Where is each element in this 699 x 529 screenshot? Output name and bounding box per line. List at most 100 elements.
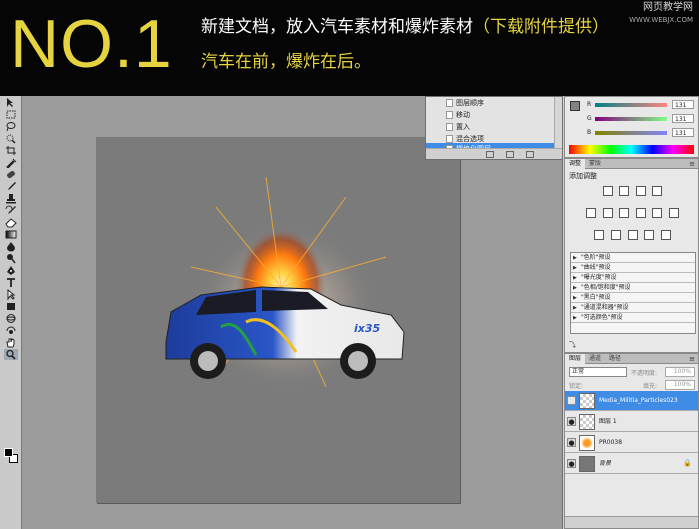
channel-value-input[interactable]: 131: [672, 100, 694, 109]
channel-value-input[interactable]: 131: [672, 128, 694, 137]
history-row-checkbox[interactable]: [446, 111, 453, 119]
invert-icon[interactable]: [594, 230, 605, 240]
channel-value-input[interactable]: 131: [672, 114, 694, 123]
dodge-tool-icon[interactable]: [4, 253, 18, 264]
history-row-label: 图层顺序: [456, 99, 484, 107]
watermark-title: 网页教学网: [643, 2, 693, 13]
layer-row[interactable]: ● PR0038: [565, 433, 698, 453]
layer-name[interactable]: 图层 1: [599, 417, 617, 427]
lasso-tool-icon[interactable]: [4, 121, 18, 132]
eyedropper-tool-icon[interactable]: [4, 157, 18, 169]
foreground-color-swatch[interactable]: [4, 448, 13, 457]
fill-input[interactable]: 100%: [665, 380, 695, 390]
panel-menu-icon[interactable]: ≡: [689, 354, 695, 364]
layer-name[interactable]: 背景: [599, 459, 611, 469]
hand-tool-icon[interactable]: [4, 337, 18, 348]
brightness-contrast-icon[interactable]: [602, 186, 613, 196]
path-selection-tool-icon[interactable]: [4, 288, 18, 301]
preset-item[interactable]: "曝光度"预设: [571, 273, 695, 283]
type-tool-icon[interactable]: [4, 277, 18, 288]
eye-icon[interactable]: ●: [567, 459, 576, 468]
eye-icon[interactable]: ●: [567, 417, 576, 426]
blur-tool-icon[interactable]: [4, 241, 18, 252]
color-spectrum-bar[interactable]: [569, 145, 694, 154]
blend-mode-select[interactable]: 正常: [569, 367, 627, 377]
floating-history-panel: 图层顺序 移动 置入 混合选项 栅格化图层: [425, 96, 565, 160]
exposure-icon[interactable]: [652, 186, 663, 196]
preset-item[interactable]: "色相/饱和度"预设: [571, 283, 695, 293]
red-channel-slider[interactable]: R 131: [587, 100, 695, 110]
color-foreground-swatch[interactable]: [570, 101, 580, 111]
opacity-input[interactable]: 100%: [665, 367, 695, 377]
preset-item[interactable]: "通道混和器"预设: [571, 303, 695, 313]
marquee-tool-icon[interactable]: [4, 109, 18, 120]
preset-item[interactable]: "可选颜色"预设: [571, 313, 695, 323]
levels-icon[interactable]: [619, 186, 630, 196]
new-document-icon[interactable]: [506, 151, 514, 158]
history-row[interactable]: 移动: [426, 109, 554, 121]
channel-ramp[interactable]: [595, 117, 667, 121]
posterize-icon[interactable]: [610, 230, 621, 240]
eye-icon[interactable]: ●: [567, 438, 576, 447]
color-swatches[interactable]: [4, 448, 18, 464]
quick-select-tool-icon[interactable]: [4, 133, 18, 144]
preset-item[interactable]: "曲线"预设: [571, 263, 695, 273]
layer-thumbnail: [579, 456, 595, 472]
curves-icon[interactable]: [635, 186, 646, 196]
layer-name[interactable]: Media_Militia_Particles023: [599, 396, 678, 406]
3d-rotate-tool-icon[interactable]: [4, 313, 18, 324]
history-row[interactable]: 图层顺序: [426, 97, 554, 109]
hue-saturation-icon[interactable]: [602, 208, 613, 218]
channel-ramp[interactable]: [595, 103, 667, 107]
visibility-toggle[interactable]: [567, 396, 576, 405]
history-row-checkbox[interactable]: [446, 99, 453, 107]
channel-ramp[interactable]: [595, 131, 667, 135]
black-white-icon[interactable]: [635, 208, 646, 218]
healing-brush-tool-icon[interactable]: [4, 169, 18, 180]
adjustment-icons-row-1: [565, 186, 699, 198]
3d-orbit-tool-icon[interactable]: [4, 325, 18, 336]
layer-row[interactable]: ● 背景 🔒: [565, 454, 698, 474]
layer-row[interactable]: ● 图层 1: [565, 412, 698, 432]
panel-menu-icon[interactable]: ≡: [689, 159, 695, 169]
tab-paths[interactable]: 路径: [605, 354, 625, 364]
clip-to-layer-icon[interactable]: ⤵: [569, 341, 576, 349]
document-canvas[interactable]: ix35: [96, 137, 460, 503]
history-row-checkbox[interactable]: [446, 135, 453, 143]
layer-name[interactable]: PR0038: [599, 438, 622, 448]
gradient-tool-icon[interactable]: [4, 229, 18, 240]
shape-tool-icon[interactable]: [4, 301, 18, 312]
pen-tool-icon[interactable]: [4, 265, 18, 276]
tab-adjustments[interactable]: 调整: [565, 159, 586, 169]
delete-icon[interactable]: [526, 151, 534, 158]
tab-layers[interactable]: 图层: [565, 354, 586, 364]
channel-mixer-icon[interactable]: [668, 208, 679, 218]
site-watermark: 网页教学网 WWW.WEBJX.COM: [629, 2, 693, 26]
preset-item[interactable]: "黑白"预设: [571, 293, 695, 303]
photo-filter-icon[interactable]: [652, 208, 663, 218]
selective-color-icon[interactable]: [660, 230, 671, 240]
color-balance-icon[interactable]: [619, 208, 630, 218]
gradient-map-icon[interactable]: [644, 230, 655, 240]
tab-masks[interactable]: 蒙版: [585, 159, 605, 169]
crop-tool-icon[interactable]: [4, 145, 18, 156]
canvas-area: ix35 图层顺序 移动 置入 混合选项 栅格化图层: [22, 96, 565, 529]
preset-item[interactable]: "色阶"预设: [571, 253, 695, 263]
history-row[interactable]: 置入: [426, 121, 554, 133]
layer-row[interactable]: Media_Militia_Particles023: [565, 391, 698, 411]
adjustments-panel: 调整 蒙版 ≡ 添加调整 ▶ "色阶"预设 ▶ "曲线"预设 ▶ "曝光度"预设…: [564, 158, 699, 353]
new-snapshot-icon[interactable]: [486, 151, 494, 158]
vibrance-icon[interactable]: [586, 208, 597, 218]
history-brush-tool-icon[interactable]: [4, 205, 18, 216]
brush-tool-icon[interactable]: [4, 181, 18, 192]
threshold-icon[interactable]: [627, 230, 638, 240]
clone-stamp-tool-icon[interactable]: [4, 193, 18, 204]
green-channel-slider[interactable]: G 131: [587, 114, 695, 124]
tab-channels[interactable]: 通道: [585, 354, 605, 364]
eraser-tool-icon[interactable]: [4, 217, 18, 228]
move-tool-icon[interactable]: [4, 97, 18, 108]
instruction-line-2: 汽车在前，爆炸在后。: [201, 52, 371, 72]
history-row-checkbox[interactable]: [446, 123, 453, 131]
zoom-tool-icon[interactable]: [4, 349, 18, 360]
blue-channel-slider[interactable]: B 131: [587, 128, 695, 138]
